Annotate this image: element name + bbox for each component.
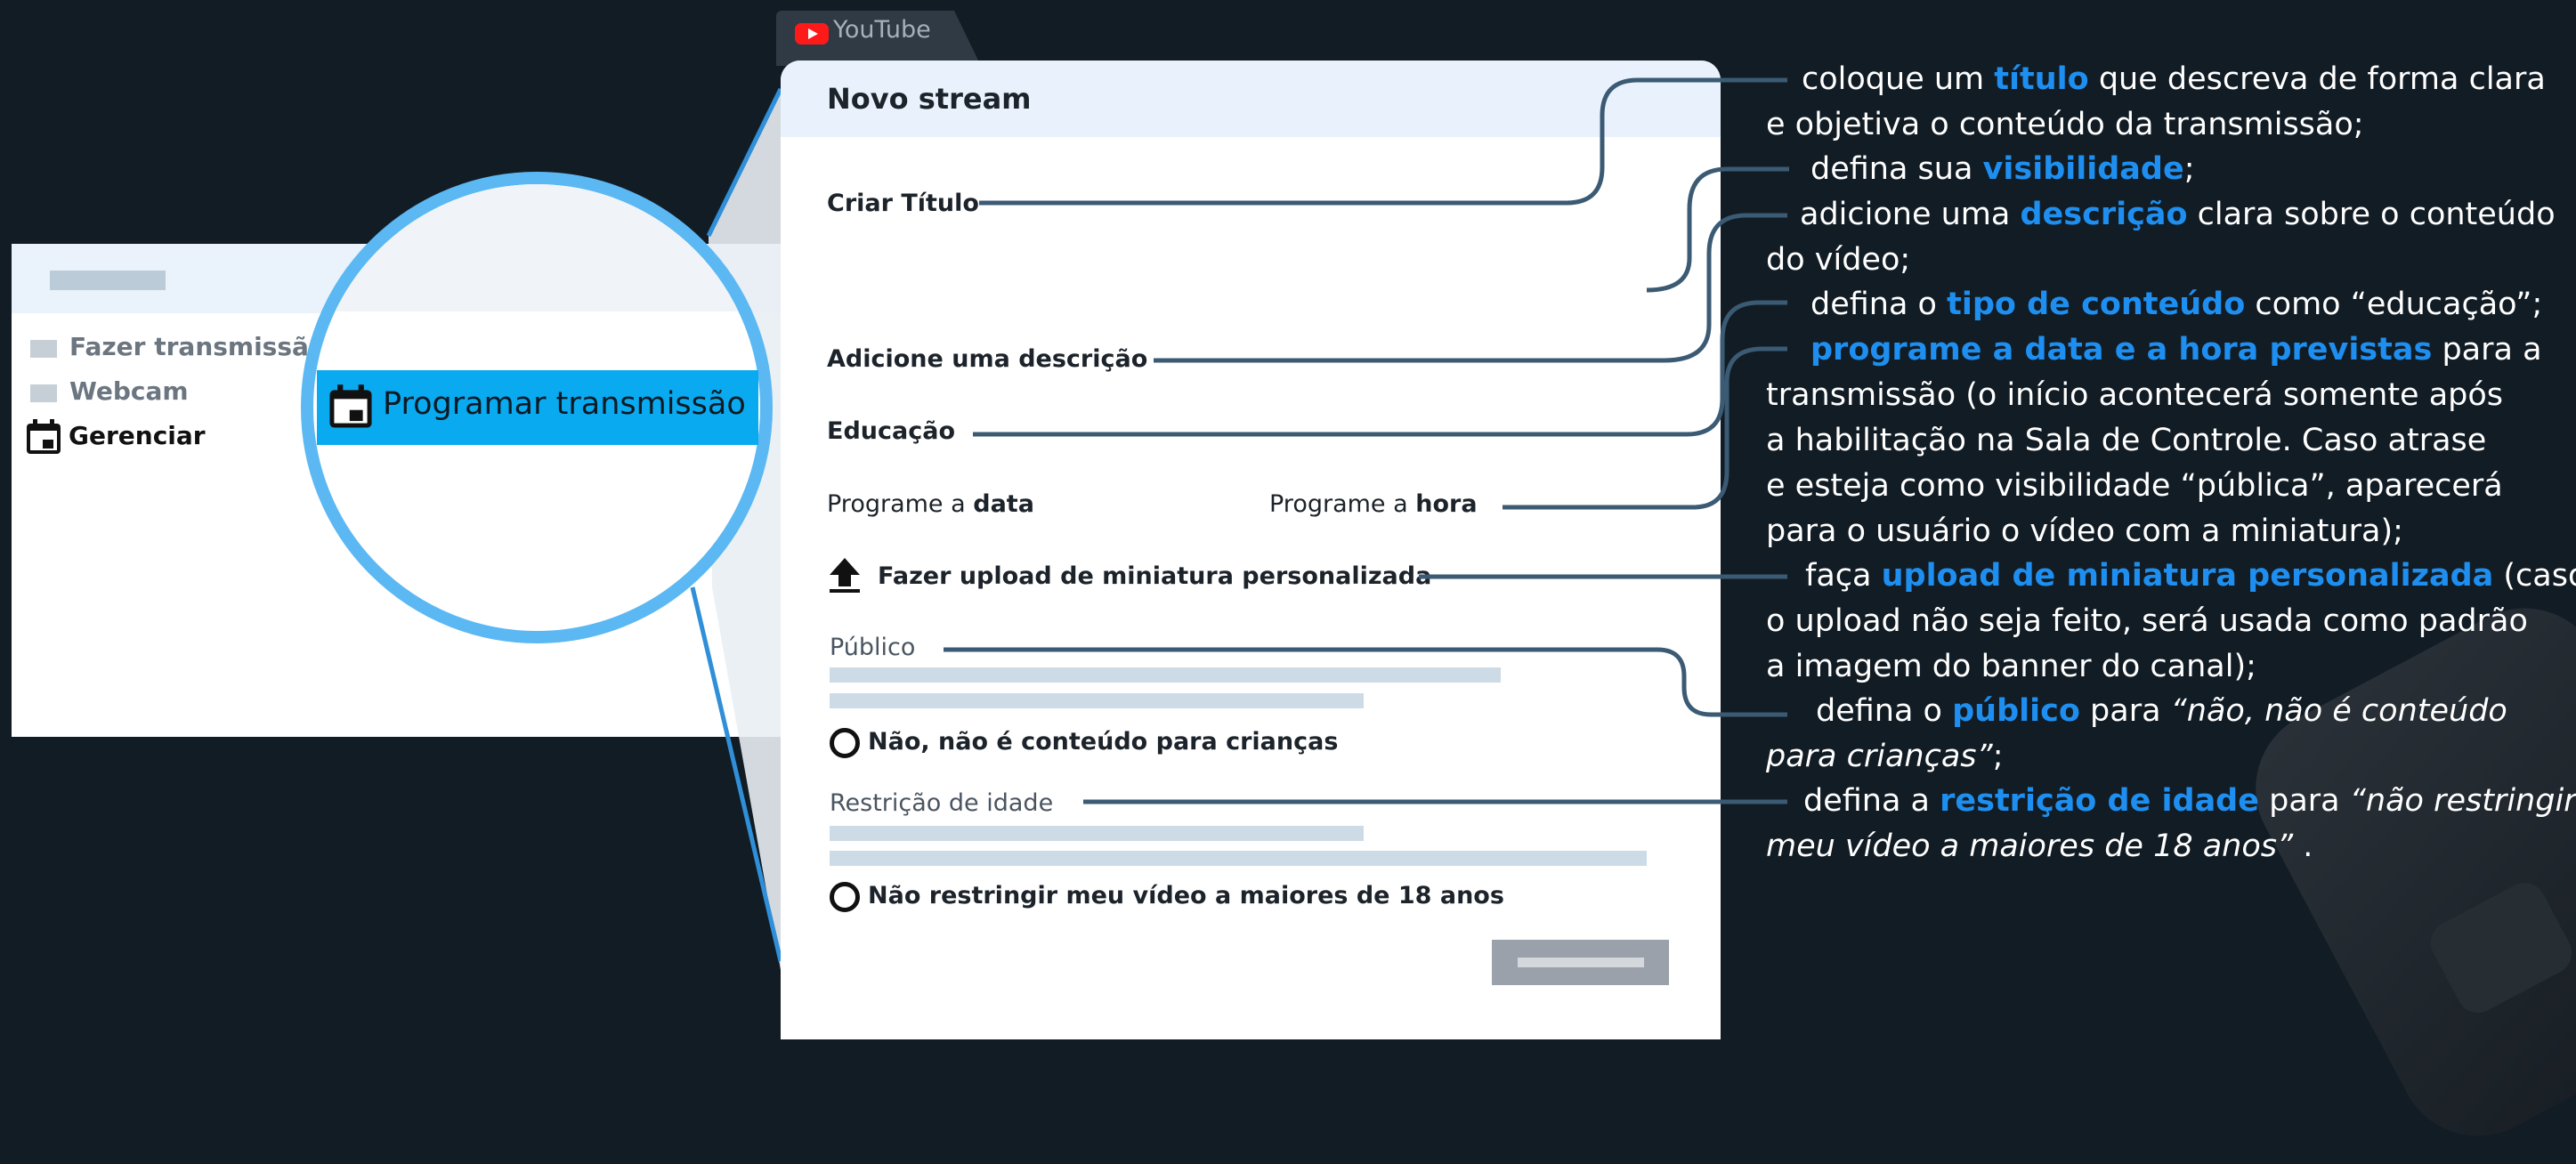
- instruction-visibilidade: defina sua visibilidade;: [1810, 147, 2195, 192]
- instruction-highlight: tipo de conteúdo: [1947, 287, 2246, 322]
- instruction-descricao: adicione uma descrição clara sobre o con…: [1800, 192, 2556, 238]
- instruction-italic: para crianças”: [1766, 739, 1993, 774]
- instruction-text: como “educação”;: [2245, 287, 2543, 322]
- instruction-italic: meu vídeo a maiores de 18 anos”: [1766, 829, 2294, 864]
- instruction-highlight: público: [1952, 693, 2080, 729]
- instruction-text: a imagem do banner do canal);: [1766, 649, 2256, 684]
- instruction-text: ;: [1992, 739, 2004, 774]
- instruction-publico-line2: para crianças”;: [1766, 734, 2003, 780]
- instruction-restricao: defina a restrição de idade para “não re…: [1803, 779, 2576, 824]
- instruction-text: que descreva de forma clara: [2088, 61, 2546, 97]
- instruction-text: .: [2293, 829, 2313, 864]
- instruction-text: defina o: [1816, 693, 1953, 729]
- instruction-text: coloque um: [1802, 61, 1995, 97]
- instruction-text: para: [2079, 693, 2171, 729]
- instruction-text: transmissão (o início acontecerá somente…: [1766, 377, 2504, 413]
- instruction-upload: faça upload de miniatura personalizada (…: [1805, 554, 2576, 599]
- instruction-text: defina o: [1810, 287, 1948, 322]
- instruction-text: (caso: [2503, 558, 2576, 594]
- instruction-italic: “não, não é conteúdo: [2170, 693, 2507, 729]
- instruction-text: para o usuário o vídeo com a miniatura);: [1766, 513, 2403, 549]
- instruction-text: e esteja como visibilidade “pública”, ap…: [1766, 468, 2503, 504]
- instruction-highlight: upload de miniatura personalizada: [1881, 558, 2494, 594]
- instruction-text: para a: [2432, 332, 2542, 368]
- instruction-text: defina a: [1803, 783, 1940, 819]
- instruction-highlight: visibilidade: [1982, 151, 2184, 187]
- instruction-text: e objetiva o conteúdo da transmissão;: [1766, 107, 2364, 142]
- instruction-tipo-conteudo: defina o tipo de conteúdo como “educação…: [1810, 282, 2542, 327]
- instruction-text: adicione uma: [1800, 197, 2021, 232]
- instruction-highlight: restrição de idade: [1940, 783, 2259, 819]
- instruction-text: para: [2258, 783, 2350, 819]
- instruction-text: o upload não seja feito, será usada como…: [1766, 603, 2528, 639]
- instruction-text: do vídeo;: [1766, 242, 1911, 278]
- instruction-italic: “não restringir: [2349, 783, 2576, 819]
- instruction-text: clara sobre o conteúdo: [2187, 197, 2556, 232]
- instruction-highlight: descrição: [2020, 197, 2188, 232]
- instruction-restricao-line2: meu vídeo a maiores de 18 anos” .: [1766, 824, 2313, 869]
- instruction-publico: defina o público para “não, não é conteú…: [1816, 689, 2507, 734]
- instruction-text: faça: [1805, 558, 1882, 594]
- instruction-text: ;: [2183, 151, 2195, 187]
- instruction-highlight: programe a data e a hora previstas: [1810, 332, 2433, 368]
- instruction-text: a habilitação na Sala de Controle. Caso …: [1766, 423, 2487, 458]
- instruction-data-hora: programe a data e a hora previstas para …: [1810, 327, 2542, 373]
- instruction-highlight: título: [1994, 61, 2089, 97]
- instruction-titulo: coloque um título que descreva de forma …: [1802, 57, 2546, 102]
- instruction-text: defina sua: [1810, 151, 1983, 187]
